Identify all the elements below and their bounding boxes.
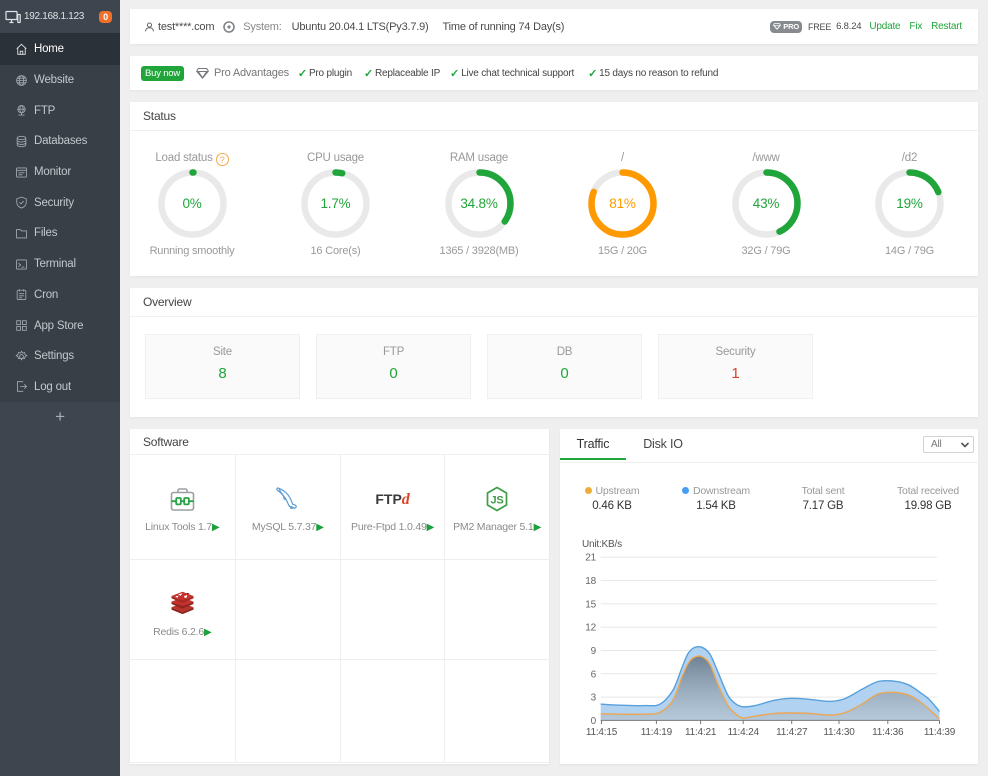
svg-text:11:4:36: 11:4:36: [872, 727, 904, 738]
svg-text:12: 12: [585, 623, 596, 634]
svg-text:6: 6: [591, 669, 597, 680]
svg-text:JS: JS: [491, 495, 504, 507]
svg-text:Unit:KB/s: Unit:KB/s: [582, 539, 622, 550]
svg-text:11:4:19: 11:4:19: [641, 727, 673, 738]
svg-text:11:4:21: 11:4:21: [685, 727, 717, 738]
svg-text:15: 15: [585, 599, 596, 610]
svg-text:11:4:30: 11:4:30: [823, 727, 855, 738]
svg-text:3: 3: [591, 693, 597, 704]
svg-text:11:4:39: 11:4:39: [924, 727, 956, 738]
svg-text:11:4:27: 11:4:27: [776, 727, 808, 738]
svg-text:21: 21: [585, 553, 596, 564]
svg-text:0: 0: [591, 716, 597, 727]
svg-text:11:4:24: 11:4:24: [728, 727, 760, 738]
svg-text:11:4:15: 11:4:15: [586, 727, 618, 738]
svg-text:18: 18: [585, 576, 596, 587]
svg-text:9: 9: [591, 646, 597, 657]
